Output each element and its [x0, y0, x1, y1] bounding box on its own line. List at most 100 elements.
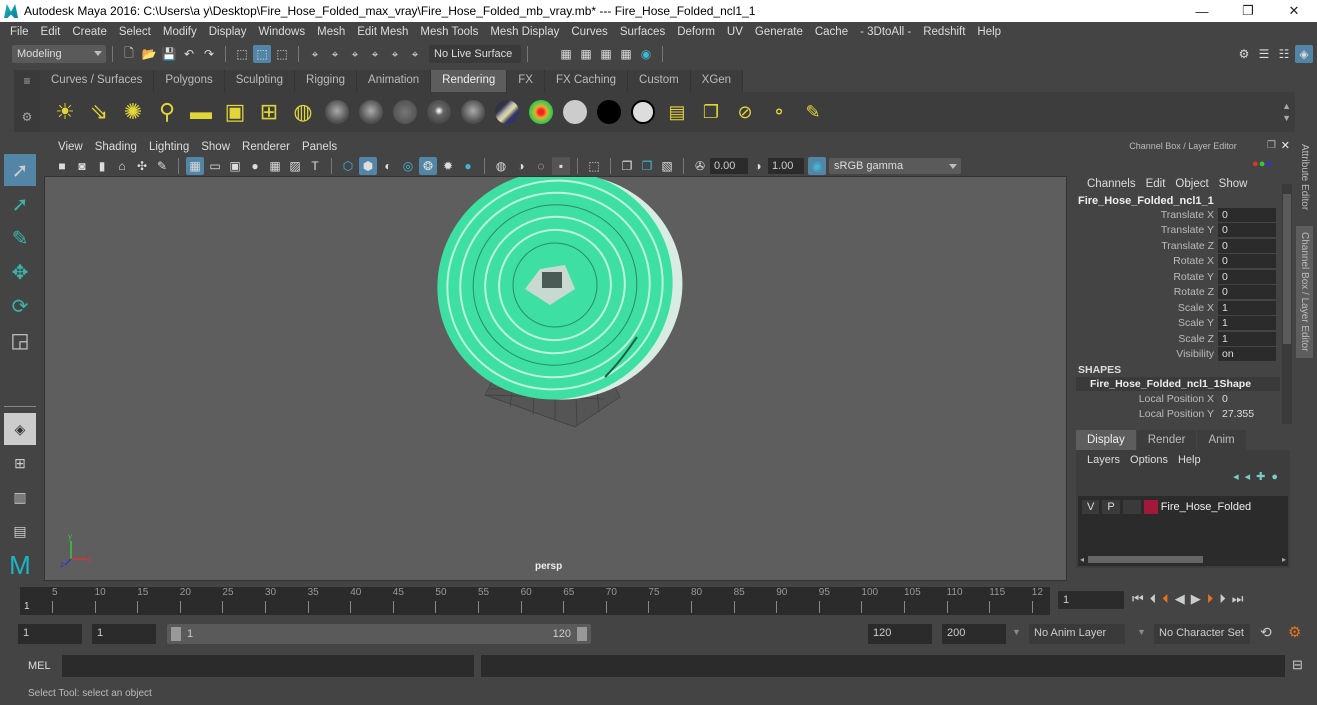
- shelf-tab-sculpting[interactable]: Sculpting: [224, 70, 296, 92]
- save-scene-icon[interactable]: 💾: [160, 45, 178, 63]
- step-forward-frame-icon[interactable]: ⏵: [1219, 591, 1226, 607]
- black-sphere-icon[interactable]: [592, 95, 626, 129]
- menu-select[interactable]: Select: [113, 26, 157, 38]
- layer-name[interactable]: Fire_Hose_Folded: [1161, 501, 1252, 513]
- command-input[interactable]: [62, 655, 474, 677]
- blinn-icon[interactable]: [354, 95, 388, 129]
- attribute-editor-tab[interactable]: Attribute Editor: [1296, 138, 1313, 216]
- viewport-menu-shading[interactable]: Shading: [89, 141, 143, 153]
- attr-label[interactable]: Rotate Y: [1072, 271, 1218, 283]
- menu-display[interactable]: Display: [203, 26, 253, 38]
- layer-menu-layers[interactable]: Layers: [1082, 454, 1125, 466]
- layer-visibility-toggle[interactable]: V: [1082, 500, 1100, 514]
- shadows-icon[interactable]: ●: [459, 157, 477, 175]
- resolution-gate-icon[interactable]: ▣: [226, 157, 244, 175]
- attr-label[interactable]: Scale X: [1072, 302, 1218, 314]
- hypershade-icon[interactable]: ◉: [637, 45, 655, 63]
- menuset-dropdown[interactable]: Modeling: [12, 45, 106, 63]
- wireframe-icon[interactable]: ⬡: [339, 157, 357, 175]
- menu-curves[interactable]: Curves: [565, 26, 613, 38]
- film-gate-icon[interactable]: ▭: [206, 157, 224, 175]
- attr-label[interactable]: Scale Z: [1072, 333, 1218, 345]
- layer-playback-toggle[interactable]: P: [1102, 500, 1120, 514]
- cb-menu-edit[interactable]: Edit: [1141, 178, 1171, 190]
- attr-value[interactable]: 0: [1218, 238, 1276, 253]
- attr-label[interactable]: Rotate Z: [1072, 286, 1218, 298]
- color-space-dropdown[interactable]: sRGB gamma: [829, 158, 961, 174]
- shelf-tab-xgen[interactable]: XGen: [690, 70, 744, 92]
- render-layer-icon[interactable]: ❐: [694, 95, 728, 129]
- shelf-tab-rigging[interactable]: Rigging: [295, 70, 358, 92]
- layer-tab-render[interactable]: Render: [1136, 430, 1197, 450]
- cb-menu-object[interactable]: Object: [1170, 178, 1213, 190]
- exposure-icon[interactable]: ✇: [691, 157, 709, 175]
- animation-start-field[interactable]: 1: [18, 624, 82, 644]
- shelf-tab-animation[interactable]: Animation: [357, 70, 432, 92]
- script-editor-icon[interactable]: ⊟: [1292, 657, 1303, 673]
- layer-menu-help[interactable]: Help: [1173, 454, 1206, 466]
- hypershade-icon[interactable]: ▤: [660, 95, 694, 129]
- attribute-editor-toggle-icon[interactable]: ☰: [1255, 45, 1273, 63]
- menu-edit-mesh[interactable]: Edit Mesh: [351, 26, 414, 38]
- heat-map-icon[interactable]: [524, 95, 558, 129]
- shelf-tab-curves-surfaces[interactable]: Curves / Surfaces: [40, 70, 155, 92]
- menu-deform[interactable]: Deform: [671, 26, 721, 38]
- shelf-scroll[interactable]: ▲ ▼: [1282, 100, 1295, 124]
- exposure-field[interactable]: 0.00: [710, 158, 748, 174]
- maximize-button[interactable]: ❐: [1225, 0, 1271, 22]
- ambient-light-icon[interactable]: ☀: [48, 95, 82, 129]
- attr-value[interactable]: 0: [1218, 392, 1276, 406]
- move-tool-icon[interactable]: ✥: [4, 256, 36, 288]
- shape-name[interactable]: Fire_Hose_Folded_ncl1_1Shape: [1076, 377, 1280, 391]
- use-all-lights-icon[interactable]: ✹: [439, 157, 457, 175]
- color-management-icon[interactable]: ◉: [808, 157, 826, 175]
- layer-menu-options[interactable]: Options: [1125, 454, 1173, 466]
- area-light-icon[interactable]: ▬: [184, 95, 218, 129]
- select-component-icon[interactable]: ⬚: [273, 45, 291, 63]
- attr-label[interactable]: Local Position X: [1072, 393, 1218, 405]
- character-set-dropdown[interactable]: No Character Set: [1154, 624, 1250, 644]
- grid-icon[interactable]: ▦: [186, 157, 204, 175]
- animation-preferences-icon[interactable]: ⚙: [1288, 623, 1301, 641]
- attr-label[interactable]: Translate Z: [1072, 240, 1218, 252]
- attr-value[interactable]: 27.355: [1218, 407, 1276, 421]
- layer-hscrollbar[interactable]: ◂ ▸: [1080, 554, 1286, 564]
- float-panel-icon[interactable]: ❐: [1267, 140, 1276, 151]
- current-frame-field[interactable]: 1: [1058, 591, 1124, 609]
- safe-title-icon[interactable]: T: [306, 157, 324, 175]
- close-panel-icon[interactable]: ✕: [1281, 139, 1290, 152]
- playback-end-field[interactable]: 120: [868, 624, 932, 644]
- maya-home-icon[interactable]: M: [4, 549, 36, 581]
- layer-color-swatch[interactable]: [1143, 500, 1158, 514]
- menu-3dtoall[interactable]: - 3DtoAll -: [854, 26, 917, 38]
- menu-mesh-display[interactable]: Mesh Display: [484, 26, 565, 38]
- attr-value[interactable]: 1: [1218, 300, 1276, 315]
- menu-uv[interactable]: UV: [721, 26, 749, 38]
- anisotropic-icon[interactable]: [456, 95, 490, 129]
- menu-edit[interactable]: Edit: [35, 26, 67, 38]
- menu-mesh-tools[interactable]: Mesh Tools: [414, 26, 484, 38]
- rotate-tool-icon[interactable]: ⟳: [4, 290, 36, 322]
- attr-label[interactable]: Local Position Y: [1072, 408, 1218, 420]
- render-frame-icon[interactable]: ▦: [577, 45, 595, 63]
- attr-value[interactable]: on: [1218, 347, 1276, 362]
- close-button[interactable]: ✕: [1271, 0, 1317, 22]
- ipr-settings-icon[interactable]: ⚬: [762, 95, 796, 129]
- chevron-down-icon[interactable]: ▼: [1012, 627, 1021, 637]
- menu-create[interactable]: Create: [66, 26, 113, 38]
- spot-light-icon[interactable]: ⚲: [150, 95, 184, 129]
- ipr-render-icon[interactable]: ▦: [597, 45, 615, 63]
- point-light-icon[interactable]: ✺: [116, 95, 150, 129]
- single-perspective-layout-icon[interactable]: ◈: [4, 413, 36, 445]
- xray-active-icon[interactable]: ❐: [638, 157, 656, 175]
- shelf-tab-fx-caching[interactable]: FX Caching: [544, 70, 629, 92]
- shelf-tab-fx[interactable]: FX: [507, 70, 545, 92]
- select-object-icon[interactable]: ⬚: [253, 45, 271, 63]
- ramp-shader-icon[interactable]: [490, 95, 524, 129]
- shelf-settings-icon[interactable]: ⚙: [14, 110, 40, 124]
- directional-light-icon[interactable]: ⇘: [82, 95, 116, 129]
- playback-start-field[interactable]: 1: [92, 624, 156, 644]
- range-slider[interactable]: 1 120: [167, 624, 591, 644]
- camera-attributes-icon[interactable]: ◙: [73, 157, 91, 175]
- live-surface-field[interactable]: No Live Surface: [429, 45, 521, 63]
